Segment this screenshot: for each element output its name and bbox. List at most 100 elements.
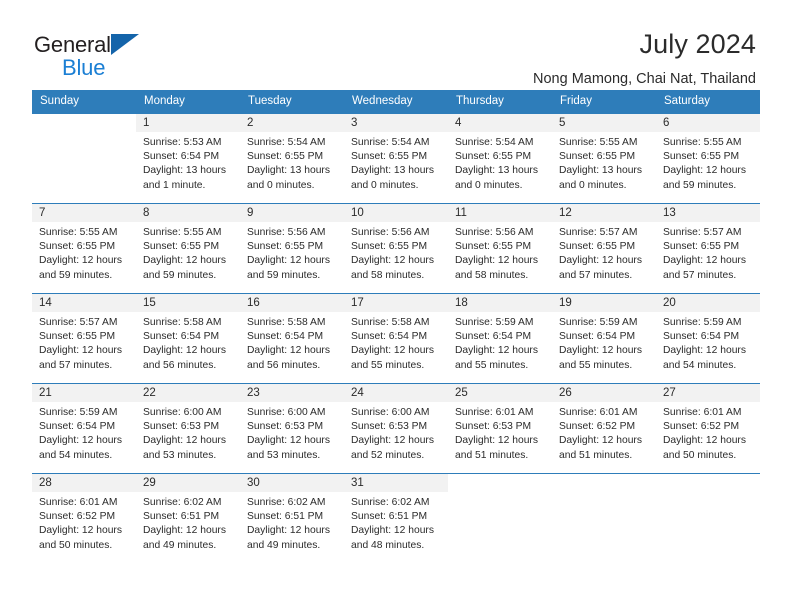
calendar-day-cell[interactable]: 17 Sunrise: 5:58 AM Sunset: 6:54 PM Dayligh… <box>344 293 448 384</box>
calendar-day-cell[interactable]: 26 Sunrise: 6:01 AM Sunset: 6:52 PM Dayligh… <box>552 383 656 474</box>
calendar-day-cell[interactable]: 13 Sunrise: 5:57 AM Sunset: 6:55 PM Dayligh… <box>656 203 760 294</box>
calendar-day-cell-empty <box>656 473 760 564</box>
day-sun-info: Sunrise: 6:01 AM Sunset: 6:53 PM Daylight:… <box>448 402 552 463</box>
day-cell-content: 22 Sunrise: 6:00 AM Sunset: 6:53 PM Dayligh… <box>136 384 240 473</box>
page-header: General Blue July 2024 Nong Mamong, Chai… <box>0 0 792 87</box>
weekday-header-monday: Monday <box>136 90 240 114</box>
day-number: 23 <box>240 384 344 402</box>
daylight-text: Daylight: 13 hours and 0 minutes. <box>455 165 538 191</box>
day-sun-info: Sunrise: 5:53 AM Sunset: 6:54 PM Daylight:… <box>136 132 240 193</box>
day-sun-info: Sunrise: 6:00 AM Sunset: 6:53 PM Daylight:… <box>344 402 448 463</box>
calendar-day-cell[interactable]: 7 Sunrise: 5:55 AM Sunset: 6:55 PM Daylight… <box>32 203 136 294</box>
calendar-week-row: 7 Sunrise: 5:55 AM Sunset: 6:55 PM Daylight… <box>32 203 760 294</box>
daylight-text: Daylight: 12 hours and 51 minutes. <box>455 435 538 461</box>
day-sun-info: Sunrise: 6:02 AM Sunset: 6:51 PM Daylight:… <box>136 492 240 553</box>
logo-text-blue: Blue <box>62 55 106 80</box>
sunrise-text: Sunrise: 6:00 AM <box>247 407 326 418</box>
sunset-text: Sunset: 6:55 PM <box>559 151 636 163</box>
day-number <box>32 114 136 132</box>
daylight-text: Daylight: 12 hours and 50 minutes. <box>39 525 122 551</box>
day-cell-content: 30 Sunrise: 6:02 AM Sunset: 6:51 PM Dayligh… <box>240 474 344 564</box>
day-cell-content: 4 Sunrise: 5:54 AM Sunset: 6:55 PM Daylight… <box>448 114 552 203</box>
day-sun-info: Sunrise: 5:58 AM Sunset: 6:54 PM Daylight:… <box>344 312 448 373</box>
calendar-day-cell[interactable]: 19 Sunrise: 5:59 AM Sunset: 6:54 PM Dayligh… <box>552 293 656 384</box>
calendar-day-cell[interactable]: 25 Sunrise: 6:01 AM Sunset: 6:53 PM Dayligh… <box>448 383 552 474</box>
calendar-day-cell[interactable]: 8 Sunrise: 5:55 AM Sunset: 6:55 PM Daylight… <box>136 203 240 294</box>
day-number: 27 <box>656 384 760 402</box>
calendar-day-cell[interactable]: 29 Sunrise: 6:02 AM Sunset: 6:51 PM Dayligh… <box>136 473 240 564</box>
day-number: 8 <box>136 204 240 222</box>
calendar-day-cell[interactable]: 2 Sunrise: 5:54 AM Sunset: 6:55 PM Daylight… <box>240 113 344 204</box>
calendar-day-cell[interactable]: 14 Sunrise: 5:57 AM Sunset: 6:55 PM Dayligh… <box>32 293 136 384</box>
sunset-text: Sunset: 6:52 PM <box>559 421 636 433</box>
sunrise-text: Sunrise: 6:00 AM <box>351 407 430 418</box>
calendar-day-cell[interactable]: 11 Sunrise: 5:56 AM Sunset: 6:55 PM Dayligh… <box>448 203 552 294</box>
sunset-text: Sunset: 6:54 PM <box>247 331 324 343</box>
day-cell-content: 27 Sunrise: 6:01 AM Sunset: 6:52 PM Dayligh… <box>656 384 760 473</box>
calendar-week-row: 14 Sunrise: 5:57 AM Sunset: 6:55 PM Dayligh… <box>32 293 760 384</box>
calendar-day-cell[interactable]: 4 Sunrise: 5:54 AM Sunset: 6:55 PM Daylight… <box>448 113 552 204</box>
calendar-day-cell[interactable]: 23 Sunrise: 6:00 AM Sunset: 6:53 PM Dayligh… <box>240 383 344 474</box>
calendar-day-cell[interactable]: 20 Sunrise: 5:59 AM Sunset: 6:54 PM Dayligh… <box>656 293 760 384</box>
day-number: 2 <box>240 114 344 132</box>
day-number: 31 <box>344 474 448 492</box>
sunrise-text: Sunrise: 5:55 AM <box>39 227 118 238</box>
daylight-text: Daylight: 12 hours and 48 minutes. <box>351 525 434 551</box>
calendar-day-cell[interactable]: 24 Sunrise: 6:00 AM Sunset: 6:53 PM Dayligh… <box>344 383 448 474</box>
calendar-day-cell[interactable]: 1 Sunrise: 5:53 AM Sunset: 6:54 PM Daylight… <box>136 113 240 204</box>
calendar-day-cell[interactable]: 12 Sunrise: 5:57 AM Sunset: 6:55 PM Dayligh… <box>552 203 656 294</box>
day-cell-content: 10 Sunrise: 5:56 AM Sunset: 6:55 PM Dayligh… <box>344 204 448 293</box>
day-cell-content: 1 Sunrise: 5:53 AM Sunset: 6:54 PM Daylight… <box>136 114 240 203</box>
calendar-week-row: 1 Sunrise: 5:53 AM Sunset: 6:54 PM Daylight… <box>32 113 760 204</box>
calendar-day-cell[interactable]: 22 Sunrise: 6:00 AM Sunset: 6:53 PM Dayligh… <box>136 383 240 474</box>
daylight-text: Daylight: 12 hours and 55 minutes. <box>455 345 538 371</box>
calendar-day-cell[interactable]: 5 Sunrise: 5:55 AM Sunset: 6:55 PM Daylight… <box>552 113 656 204</box>
day-cell-content: 14 Sunrise: 5:57 AM Sunset: 6:55 PM Dayligh… <box>32 294 136 383</box>
sunset-text: Sunset: 6:54 PM <box>143 331 220 343</box>
calendar-day-cell[interactable]: 9 Sunrise: 5:56 AM Sunset: 6:55 PM Daylight… <box>240 203 344 294</box>
day-number: 30 <box>240 474 344 492</box>
calendar-day-cell[interactable]: 31 Sunrise: 6:02 AM Sunset: 6:51 PM Dayligh… <box>344 473 448 564</box>
sunrise-text: Sunrise: 5:55 AM <box>663 137 742 148</box>
calendar-day-cell[interactable]: 27 Sunrise: 6:01 AM Sunset: 6:52 PM Dayligh… <box>656 383 760 474</box>
calendar-day-cell[interactable]: 3 Sunrise: 5:54 AM Sunset: 6:55 PM Daylight… <box>344 113 448 204</box>
weekday-header-row: Sunday Monday Tuesday Wednesday Thursday Frid… <box>32 90 760 114</box>
logo-top-row: General <box>34 32 139 56</box>
calendar-day-cell[interactable]: 10 Sunrise: 5:56 AM Sunset: 6:55 PM Dayligh… <box>344 203 448 294</box>
daylight-text: Daylight: 12 hours and 55 minutes. <box>559 345 642 371</box>
calendar-day-cell[interactable]: 30 Sunrise: 6:02 AM Sunset: 6:51 PM Dayligh… <box>240 473 344 564</box>
sunset-text: Sunset: 6:53 PM <box>351 421 428 433</box>
calendar-day-cell[interactable]: 21 Sunrise: 5:59 AM Sunset: 6:54 PM Dayligh… <box>32 383 136 474</box>
daylight-text: Daylight: 12 hours and 49 minutes. <box>143 525 226 551</box>
calendar-day-cell[interactable]: 6 Sunrise: 5:55 AM Sunset: 6:55 PM Daylight… <box>656 113 760 204</box>
sunrise-text: Sunrise: 6:01 AM <box>455 407 534 418</box>
day-number: 26 <box>552 384 656 402</box>
calendar-day-cell[interactable]: 28 Sunrise: 6:01 AM Sunset: 6:52 PM Dayligh… <box>32 473 136 564</box>
day-sun-info: Sunrise: 5:56 AM Sunset: 6:55 PM Daylight:… <box>448 222 552 283</box>
day-cell-content: 17 Sunrise: 5:58 AM Sunset: 6:54 PM Dayligh… <box>344 294 448 383</box>
sunset-text: Sunset: 6:51 PM <box>143 511 220 523</box>
general-blue-logo[interactable]: General Blue <box>34 28 139 79</box>
day-number: 19 <box>552 294 656 312</box>
calendar-day-cell[interactable]: 15 Sunrise: 5:58 AM Sunset: 6:54 PM Dayligh… <box>136 293 240 384</box>
day-number: 3 <box>344 114 448 132</box>
calendar-page: General Blue July 2024 Nong Mamong, Chai… <box>0 0 792 612</box>
day-cell-content: 9 Sunrise: 5:56 AM Sunset: 6:55 PM Daylight… <box>240 204 344 293</box>
day-cell-content: 2 Sunrise: 5:54 AM Sunset: 6:55 PM Daylight… <box>240 114 344 203</box>
sunset-text: Sunset: 6:51 PM <box>351 511 428 523</box>
day-sun-info: Sunrise: 5:57 AM Sunset: 6:55 PM Daylight:… <box>32 312 136 373</box>
day-number <box>656 474 760 492</box>
logo-bottom-row: Blue <box>34 57 139 79</box>
day-cell-content: 24 Sunrise: 6:00 AM Sunset: 6:53 PM Dayligh… <box>344 384 448 473</box>
day-cell-content: 28 Sunrise: 6:01 AM Sunset: 6:52 PM Dayligh… <box>32 474 136 564</box>
day-number: 24 <box>344 384 448 402</box>
sunset-text: Sunset: 6:55 PM <box>351 241 428 253</box>
sunset-text: Sunset: 6:55 PM <box>247 241 324 253</box>
day-sun-info: Sunrise: 5:58 AM Sunset: 6:54 PM Daylight:… <box>136 312 240 373</box>
daylight-text: Daylight: 12 hours and 57 minutes. <box>663 255 746 281</box>
daylight-text: Daylight: 12 hours and 57 minutes. <box>39 345 122 371</box>
day-cell-content: 16 Sunrise: 5:58 AM Sunset: 6:54 PM Dayligh… <box>240 294 344 383</box>
sunset-text: Sunset: 6:54 PM <box>351 331 428 343</box>
calendar-day-cell[interactable]: 18 Sunrise: 5:59 AM Sunset: 6:54 PM Dayligh… <box>448 293 552 384</box>
calendar-day-cell[interactable]: 16 Sunrise: 5:58 AM Sunset: 6:54 PM Dayligh… <box>240 293 344 384</box>
